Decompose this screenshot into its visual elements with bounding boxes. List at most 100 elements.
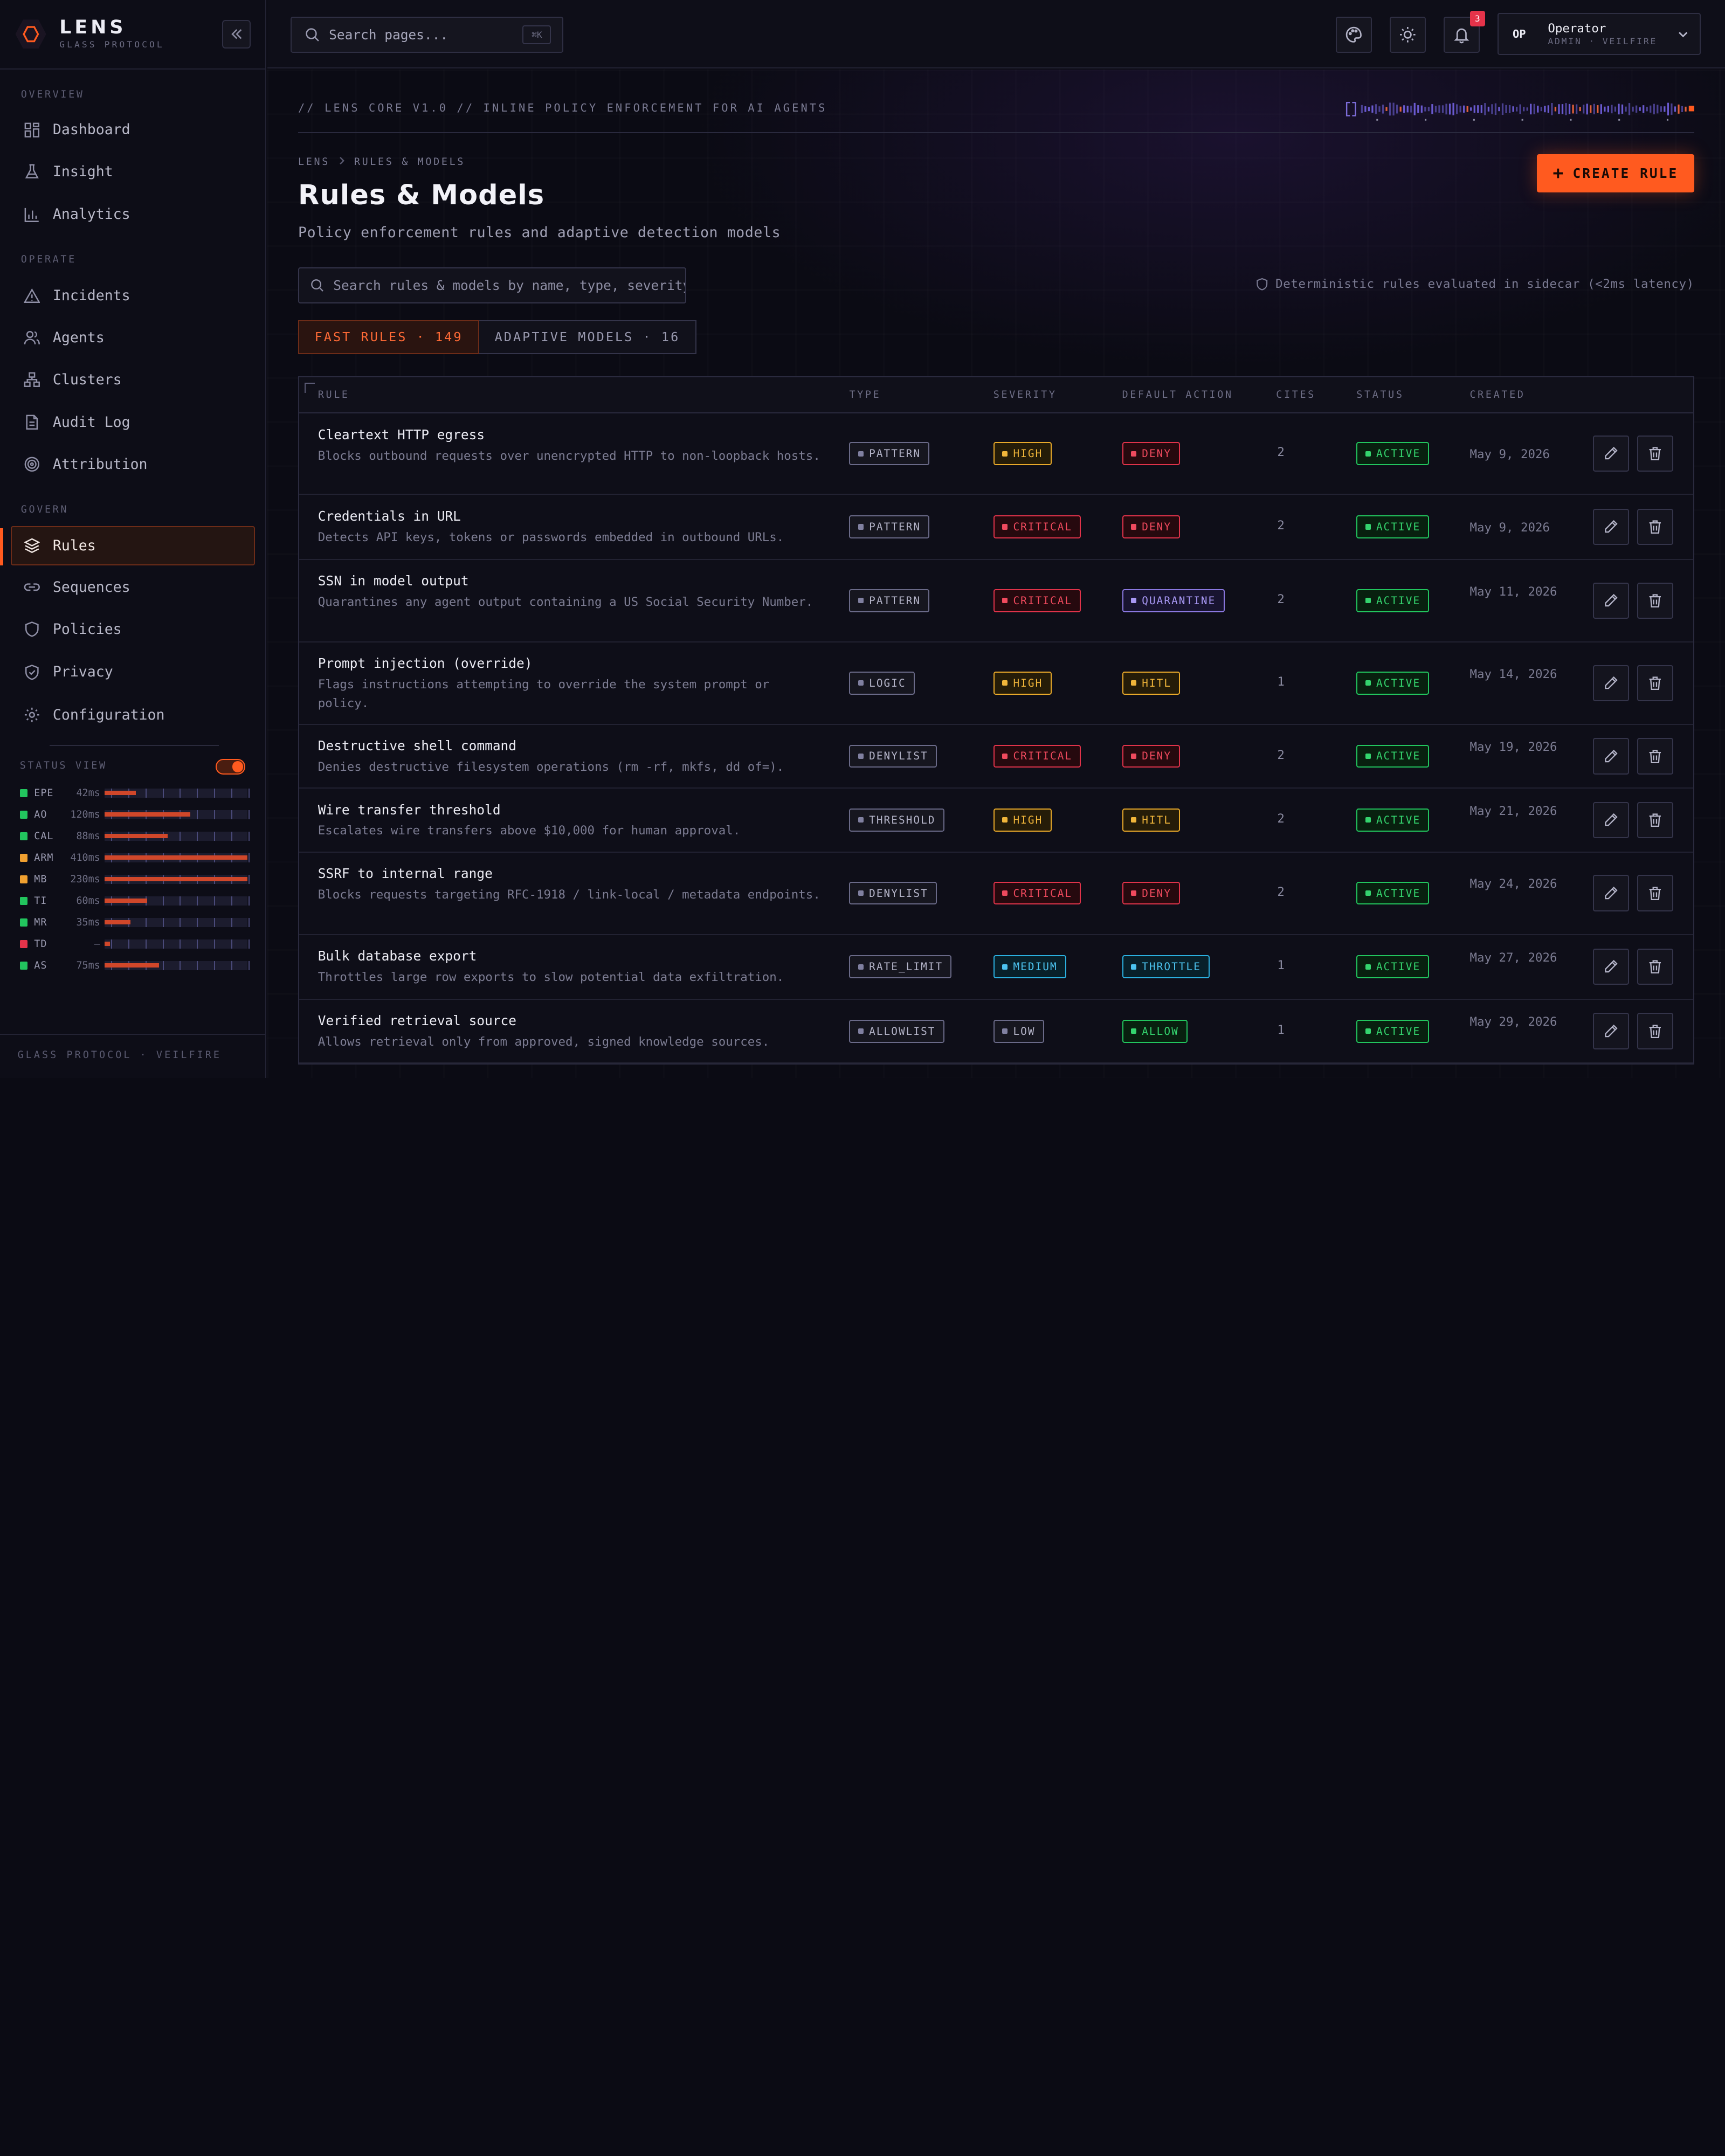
waveform-bar xyxy=(1445,103,1447,114)
edit-rule-button[interactable] xyxy=(1593,738,1630,775)
column-header-type[interactable]: TYPE xyxy=(849,389,881,400)
status-tick xyxy=(162,961,164,970)
rule-name[interactable]: Cleartext HTTP egress xyxy=(318,427,485,443)
delete-rule-button[interactable] xyxy=(1637,665,1673,701)
create-rule-button[interactable]: + CREATE RULE xyxy=(1536,154,1694,193)
edit-rule-button[interactable] xyxy=(1593,801,1630,838)
status-tick xyxy=(214,832,216,841)
theme-palette-button[interactable] xyxy=(1335,16,1372,53)
status-dot xyxy=(19,875,28,883)
table-row[interactable]: Cleartext HTTP egress Blocks outbound re… xyxy=(299,413,1693,495)
status-dot xyxy=(19,854,28,862)
edit-rule-button[interactable] xyxy=(1593,665,1630,701)
status-row[interactable]: AS 75ms xyxy=(19,959,251,972)
status-tick xyxy=(231,789,232,798)
brand[interactable]: LENS GLASS PROTOCOL xyxy=(15,16,164,53)
sidebar-item-policies[interactable]: Policies xyxy=(11,610,255,649)
status-row[interactable]: EPE 42ms xyxy=(19,786,251,799)
delete-rule-button[interactable] xyxy=(1637,1013,1673,1049)
column-header-created[interactable]: CREATED xyxy=(1469,389,1525,400)
rule-name[interactable]: Prompt injection (override) xyxy=(318,655,533,671)
table-row[interactable]: Credentials in URL Detects API keys, tok… xyxy=(299,495,1693,560)
notifications-button[interactable]: 3 xyxy=(1443,11,1486,53)
status-view-toggle[interactable] xyxy=(215,759,246,775)
column-header-rule[interactable]: RULE xyxy=(318,389,350,400)
sidebar-item-dashboard[interactable]: Dashboard xyxy=(11,110,255,149)
table-row[interactable]: Wire transfer threshold Escalates wire t… xyxy=(299,789,1693,853)
severity-badge: MEDIUM xyxy=(993,955,1066,979)
edit-rule-button[interactable] xyxy=(1593,1013,1630,1049)
edit-rule-button[interactable] xyxy=(1593,582,1630,619)
edit-rule-button[interactable] xyxy=(1593,949,1630,985)
sidebar-item-analytics[interactable]: Analytics xyxy=(11,195,255,234)
user-menu[interactable]: OP Operator ADMIN · VEILFIRE xyxy=(1497,13,1701,56)
brightness-toggle-button[interactable] xyxy=(1389,16,1426,53)
rule-name[interactable]: Verified retrieval source xyxy=(318,1013,516,1028)
created-date: May 14, 2026 xyxy=(1469,667,1557,681)
rule-name[interactable]: Bulk database export xyxy=(318,948,477,964)
collapse-sidebar-button[interactable] xyxy=(222,19,251,49)
edit-rule-button[interactable] xyxy=(1593,436,1630,472)
column-header-severity[interactable]: SEVERITY xyxy=(993,389,1057,400)
table-row[interactable]: SSRF to internal range Blocks requests t… xyxy=(299,853,1693,935)
delete-rule-button[interactable] xyxy=(1637,436,1673,472)
severity-dot xyxy=(1002,817,1008,823)
delete-rule-button[interactable] xyxy=(1637,508,1673,545)
sidebar: LENS GLASS PROTOCOL OVERVIEW Dashboard I… xyxy=(0,0,266,1078)
type-badge: LOGIC xyxy=(849,671,915,695)
column-header-status[interactable]: STATUS xyxy=(1356,389,1404,400)
rule-name[interactable]: SSN in model output xyxy=(318,573,469,589)
sidebar-item-configuration[interactable]: Configuration xyxy=(11,695,255,735)
sidebar-item-clusters[interactable]: Clusters xyxy=(11,360,255,399)
status-row[interactable]: TD — xyxy=(19,937,251,950)
table-row[interactable]: Destructive shell command Denies destruc… xyxy=(299,725,1693,789)
table-row[interactable]: Verified retrieval source Allows retriev… xyxy=(299,1000,1693,1064)
rule-name[interactable]: Destructive shell command xyxy=(318,738,516,754)
delete-rule-button[interactable] xyxy=(1637,949,1673,985)
delete-rule-button[interactable] xyxy=(1637,738,1673,775)
waveform-bar xyxy=(1611,105,1613,113)
waveform-bar xyxy=(1441,105,1444,113)
sidebar-item-sequences[interactable]: Sequences xyxy=(11,568,255,607)
status-row[interactable]: CAL 88ms xyxy=(19,830,251,842)
rule-name[interactable]: Credentials in URL xyxy=(318,508,461,524)
status-tick xyxy=(162,789,164,798)
tab-adaptive-models[interactable]: ADAPTIVE MODELS · 16 xyxy=(479,320,696,355)
edit-rule-button[interactable] xyxy=(1593,875,1630,911)
sidebar-item-privacy[interactable]: Privacy xyxy=(11,652,255,692)
column-header-default-action[interactable]: DEFAULT ACTION xyxy=(1122,389,1233,400)
waveform-bar xyxy=(1628,102,1631,115)
status-latency-fill xyxy=(104,942,111,946)
status-view-title: STATUS VIEW xyxy=(19,760,107,772)
status-row[interactable]: AO 120ms xyxy=(19,808,251,821)
status-row[interactable]: MR 35ms xyxy=(19,916,251,929)
sidebar-item-attribution[interactable]: Attribution xyxy=(11,444,255,483)
rules-search-input[interactable]: Search rules & models by name, type, sev… xyxy=(298,267,687,304)
breadcrumb-root[interactable]: LENS xyxy=(298,156,330,168)
delete-rule-button[interactable] xyxy=(1637,801,1673,838)
sidebar-item-audit-log[interactable]: Audit Log xyxy=(11,403,255,442)
sidebar-item-agents[interactable]: Agents xyxy=(11,318,255,357)
rule-name[interactable]: SSRF to internal range xyxy=(318,866,493,881)
table-row[interactable]: Prompt injection (override) Flags instru… xyxy=(299,642,1693,725)
status-row[interactable]: ARM 410ms xyxy=(19,851,251,864)
delete-rule-button[interactable] xyxy=(1637,875,1673,911)
sidebar-item-insight[interactable]: Insight xyxy=(11,152,255,191)
edit-rule-button[interactable] xyxy=(1593,508,1630,545)
status-latency: — xyxy=(94,938,100,950)
status-row[interactable]: TI 60ms xyxy=(19,894,251,907)
sidebar-item-incidents[interactable]: Incidents xyxy=(11,276,255,315)
rule-name[interactable]: Wire transfer threshold xyxy=(318,802,501,818)
status-row[interactable]: MB 230ms xyxy=(19,873,251,886)
table-row[interactable]: SSN in model output Quarantines any agen… xyxy=(299,560,1693,642)
cites-count: 1 xyxy=(1277,1022,1285,1037)
delete-rule-button[interactable] xyxy=(1637,582,1673,619)
tab-fast-rules[interactable]: FAST RULES · 149 xyxy=(298,320,480,355)
sidebar-item-rules[interactable]: Rules xyxy=(11,526,256,565)
type-badge: ALLOWLIST xyxy=(849,1019,944,1043)
page-search-input[interactable]: Search pages... ⌘K xyxy=(290,16,563,53)
table-row[interactable]: Bulk database export Throttles large row… xyxy=(299,935,1693,1000)
column-header-cites[interactable]: CITES xyxy=(1276,389,1316,400)
action-badge: DENY xyxy=(1122,744,1181,768)
waveform-bar xyxy=(1533,103,1535,114)
